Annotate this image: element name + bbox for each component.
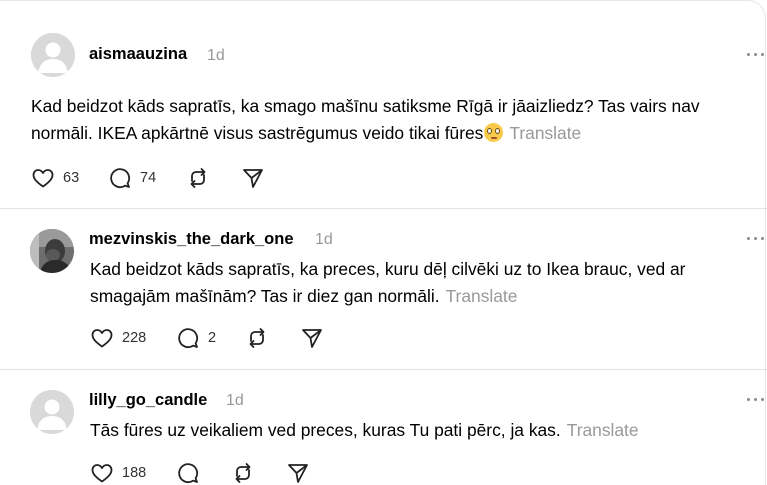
translate-link[interactable]: Translate	[567, 420, 639, 440]
divider	[0, 369, 767, 370]
like-button[interactable]: 228	[90, 326, 146, 350]
post-actions: 63 74	[31, 166, 291, 190]
heart-icon	[32, 169, 54, 188]
repost-icon	[249, 328, 265, 348]
photo-avatar-icon	[30, 229, 74, 273]
post-body: Tās fūres uz veikaliem ved preces, kuras…	[90, 420, 561, 440]
more-options-icon[interactable]	[747, 397, 767, 403]
post-text: Kad beidzot kāds sapratīs, ka preces, ku…	[90, 256, 750, 310]
post-text: Kad beidzot kāds sapratīs, ka smago mašī…	[31, 93, 751, 147]
post-actions: 228 2	[90, 326, 330, 350]
post-body: Kad beidzot kāds sapratīs, ka preces, ku…	[90, 259, 686, 306]
reply-bubble-icon	[178, 463, 199, 484]
username[interactable]: mezvinskis_the_dark_one	[89, 230, 294, 249]
avatar[interactable]	[30, 390, 74, 434]
share-button[interactable]	[241, 166, 265, 190]
username[interactable]: lilly_go_candle	[89, 391, 207, 410]
heart-icon	[91, 329, 113, 348]
like-count: 228	[122, 330, 147, 346]
translate-link[interactable]: Translate	[509, 123, 581, 143]
like-count: 63	[63, 170, 80, 186]
repost-button[interactable]	[245, 326, 269, 350]
timestamp[interactable]: 1d	[315, 231, 333, 249]
reply-button[interactable]	[176, 461, 200, 485]
like-button[interactable]: 63	[31, 166, 79, 190]
default-avatar-icon	[31, 33, 75, 77]
like-count: 188	[122, 465, 147, 481]
reply-button[interactable]: 74	[108, 166, 156, 190]
timestamp[interactable]: 1d	[226, 392, 244, 410]
share-button[interactable]	[300, 326, 324, 350]
like-button[interactable]: 188	[90, 461, 146, 485]
send-icon	[288, 464, 308, 483]
post-actions: 188	[90, 461, 330, 485]
reply-count: 74	[140, 170, 157, 186]
reply-bubble-icon	[178, 328, 199, 349]
avatar[interactable]	[31, 33, 75, 77]
more-options-icon[interactable]	[747, 52, 767, 58]
repost-button[interactable]	[186, 166, 210, 190]
post-body: Kad beidzot kāds sapratīs, ka smago mašī…	[31, 96, 700, 143]
reply-count: 2	[208, 330, 217, 346]
post-text: Tās fūres uz veikaliem ved preces, kuras…	[90, 417, 750, 444]
reply-button[interactable]: 2	[176, 326, 216, 350]
heart-icon	[91, 464, 113, 483]
repost-icon	[190, 168, 206, 188]
more-options-icon[interactable]	[747, 236, 767, 242]
reply-bubble-icon	[110, 168, 131, 189]
username[interactable]: aismaauzina	[89, 45, 187, 64]
face-with-rolling-eyes-emoji-icon	[484, 123, 504, 142]
send-icon	[302, 329, 322, 348]
send-icon	[243, 169, 263, 188]
default-avatar-icon	[30, 390, 74, 434]
share-button[interactable]	[286, 461, 310, 485]
divider	[0, 208, 767, 209]
repost-button[interactable]	[231, 461, 255, 485]
timestamp[interactable]: 1d	[207, 47, 225, 65]
translate-link[interactable]: Translate	[446, 286, 518, 306]
avatar[interactable]	[30, 229, 74, 273]
repost-icon	[235, 463, 251, 483]
